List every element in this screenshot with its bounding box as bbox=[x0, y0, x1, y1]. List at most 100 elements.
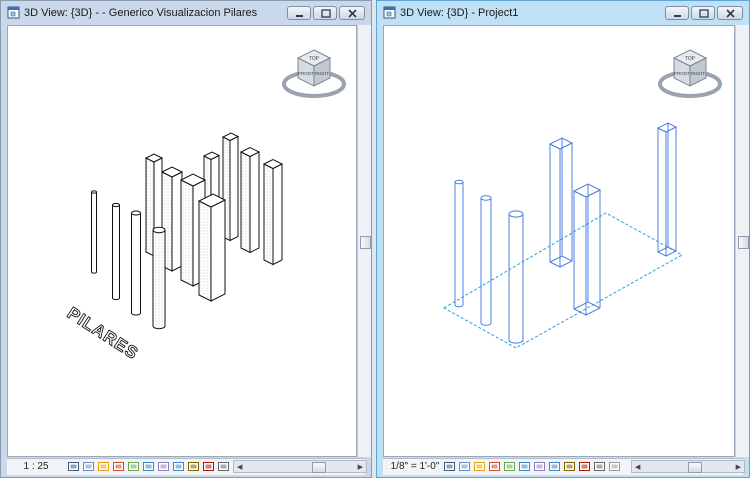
shadows-icon[interactable] bbox=[112, 460, 125, 473]
restore-icon bbox=[321, 9, 331, 18]
show-crop-icon[interactable] bbox=[518, 460, 531, 473]
viewcube-right-face[interactable]: RIGHT bbox=[315, 71, 329, 76]
window-title: 3D View: {3D} - - Generico Visualizacion… bbox=[24, 7, 258, 19]
level-outline bbox=[442, 212, 684, 349]
shadows-icon[interactable] bbox=[488, 460, 501, 473]
drawing-area[interactable]: PILARES TOP FRONT RIGHT bbox=[7, 25, 357, 457]
pillar-group bbox=[442, 122, 684, 349]
detail-level-icon[interactable] bbox=[67, 460, 80, 473]
analytical-model-icon[interactable] bbox=[578, 460, 591, 473]
pillar-back-left bbox=[548, 137, 574, 268]
highlight-displacement-icon[interactable] bbox=[217, 460, 230, 473]
visual-style-icon[interactable] bbox=[82, 460, 95, 473]
horizontal-scrollbar[interactable]: ◀ ▶ bbox=[631, 460, 745, 473]
view-control-icons bbox=[67, 460, 245, 473]
sun-path-icon[interactable] bbox=[473, 460, 486, 473]
round-column-1 bbox=[454, 179, 464, 308]
viewcube[interactable]: TOP FRONT RIGHT bbox=[280, 44, 348, 102]
horizontal-scroll-thumb[interactable] bbox=[312, 462, 326, 473]
visual-style-icon-glyph bbox=[83, 462, 94, 471]
sun-path-icon-glyph bbox=[474, 462, 485, 471]
restore-icon bbox=[699, 9, 709, 18]
vertical-scrollbar[interactable] bbox=[357, 25, 371, 457]
viewcube-top-face[interactable]: TOP bbox=[685, 56, 696, 62]
analytical-model-icon[interactable] bbox=[202, 460, 215, 473]
sun-path-icon-glyph bbox=[98, 462, 109, 471]
viewcube-right-face[interactable]: RIGHT bbox=[691, 71, 705, 76]
horizontal-scrollbar[interactable]: ◀ ▶ bbox=[233, 460, 367, 473]
vertical-scroll-thumb[interactable] bbox=[738, 236, 749, 249]
show-crop-icon-glyph bbox=[143, 462, 154, 471]
title-bar[interactable]: 3D View: {3D} - - Generico Visualizacion… bbox=[1, 1, 371, 25]
3d-view-icon bbox=[7, 6, 20, 19]
scroll-left-icon[interactable]: ◀ bbox=[237, 463, 242, 471]
lock-3d-view-icon[interactable] bbox=[563, 460, 576, 473]
restore-button[interactable] bbox=[691, 6, 715, 20]
vertical-scrollbar[interactable] bbox=[735, 25, 749, 457]
round-column-3 bbox=[508, 210, 524, 344]
viewcube-front-face[interactable]: FRONT bbox=[674, 71, 690, 76]
minimize-button[interactable] bbox=[287, 6, 311, 20]
reveal-hidden-icon-glyph bbox=[173, 462, 184, 471]
reveal-hidden-icon[interactable] bbox=[172, 460, 185, 473]
show-crop-icon[interactable] bbox=[142, 460, 155, 473]
3d-view-icon bbox=[383, 6, 396, 19]
title-bar[interactable]: 3D View: {3D} - Project1 bbox=[377, 1, 749, 25]
detail-level-icon-glyph bbox=[444, 462, 455, 471]
scroll-left-icon[interactable]: ◀ bbox=[635, 463, 640, 471]
pillar-back-4 bbox=[262, 158, 284, 266]
view-scale[interactable]: 1/8" = 1'-0" bbox=[387, 461, 443, 472]
view-scale[interactable]: 1 : 25 bbox=[11, 461, 61, 472]
crop-view-icon[interactable] bbox=[503, 460, 516, 473]
detail-level-icon[interactable] bbox=[443, 460, 456, 473]
view-window-project[interactable]: 3D View: {3D} - Project1 TOP FRONT RIGHT bbox=[376, 0, 750, 478]
round-column-4 bbox=[152, 226, 166, 330]
lock-3d-view-icon[interactable] bbox=[187, 460, 200, 473]
scroll-right-icon[interactable]: ▶ bbox=[736, 463, 741, 471]
minimize-button[interactable] bbox=[665, 6, 689, 20]
vertical-scroll-thumb[interactable] bbox=[360, 236, 371, 249]
analytical-model-icon-glyph bbox=[579, 462, 590, 471]
crop-view-icon-glyph bbox=[128, 462, 139, 471]
horizontal-scroll-thumb[interactable] bbox=[688, 462, 702, 473]
temporary-hide-icon[interactable] bbox=[533, 460, 546, 473]
reveal-hidden-icon[interactable] bbox=[548, 460, 561, 473]
temporary-hide-icon-glyph bbox=[534, 462, 545, 471]
lock-3d-view-icon-glyph bbox=[564, 462, 575, 471]
close-button[interactable] bbox=[339, 6, 365, 20]
close-button[interactable] bbox=[717, 6, 743, 20]
analytical-model-icon-glyph bbox=[203, 462, 214, 471]
sun-path-icon[interactable] bbox=[97, 460, 110, 473]
view-control-bar: 1/8" = 1'-0" ◀ ▶ bbox=[383, 458, 745, 475]
highlight-displacement-icon[interactable] bbox=[593, 460, 606, 473]
round-column-3 bbox=[131, 210, 141, 316]
close-icon bbox=[726, 9, 735, 18]
temporary-hide-icon-glyph bbox=[158, 462, 169, 471]
show-crop-icon-glyph bbox=[519, 462, 530, 471]
viewcube[interactable]: TOP FRONT RIGHT bbox=[656, 44, 724, 102]
view-window-generic[interactable]: 3D View: {3D} - - Generico Visualizacion… bbox=[0, 0, 372, 478]
round-column-2 bbox=[480, 195, 492, 326]
render-icon-glyph bbox=[609, 462, 620, 471]
shadows-icon-glyph bbox=[113, 462, 124, 471]
render-icon[interactable] bbox=[608, 460, 621, 473]
scroll-right-icon[interactable]: ▶ bbox=[358, 463, 363, 471]
highlight-displacement-icon-glyph bbox=[594, 462, 605, 471]
viewcube-top-face[interactable]: TOP bbox=[309, 56, 320, 62]
temporary-hide-icon[interactable] bbox=[157, 460, 170, 473]
pillar-back-3 bbox=[239, 146, 261, 254]
visual-style-icon[interactable] bbox=[458, 460, 471, 473]
round-column-1 bbox=[91, 190, 97, 274]
restore-button[interactable] bbox=[313, 6, 337, 20]
pillar-group bbox=[91, 132, 284, 330]
drawing-area[interactable]: TOP FRONT RIGHT bbox=[383, 25, 735, 457]
detail-level-icon-glyph bbox=[68, 462, 79, 471]
viewcube-front-face[interactable]: FRONT bbox=[298, 71, 314, 76]
lock-3d-view-icon-glyph bbox=[188, 462, 199, 471]
highlight-displacement-icon-glyph bbox=[218, 462, 229, 471]
shadows-icon-glyph bbox=[489, 462, 500, 471]
canvas-label: PILARES bbox=[64, 303, 142, 363]
view-control-icons bbox=[443, 460, 621, 473]
crop-view-icon-glyph bbox=[504, 462, 515, 471]
crop-view-icon[interactable] bbox=[127, 460, 140, 473]
